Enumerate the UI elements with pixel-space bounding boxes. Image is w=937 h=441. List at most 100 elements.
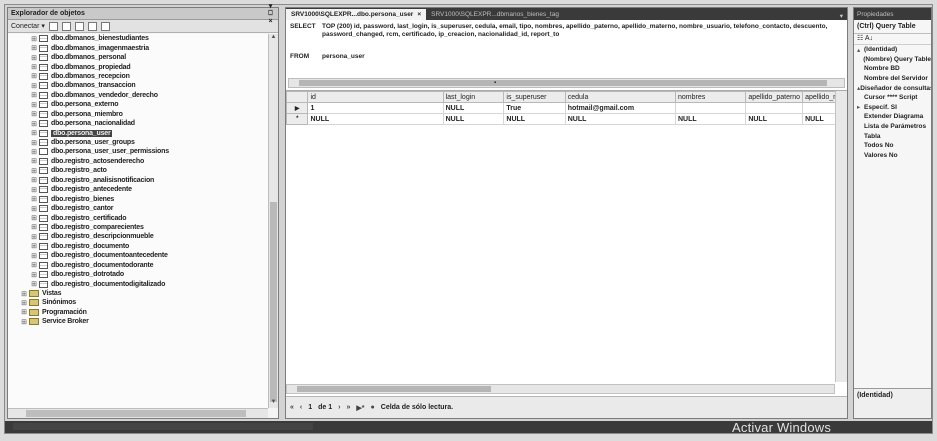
tree-table-node[interactable]: ⊞ dbo.registro_certificado [8, 213, 268, 222]
tree-table-node[interactable]: ⊞ dbo.registro_dotrotado [8, 270, 268, 279]
grid-cell[interactable]: NULL [442, 113, 505, 125]
property-row[interactable]: Todos No [854, 141, 931, 151]
prev-record-button[interactable]: ‹ [300, 404, 302, 411]
refresh-icon[interactable] [87, 21, 97, 31]
grid-cell[interactable]: NULL [503, 113, 566, 125]
tree-table-node[interactable]: ⊞ dbo.dbmanos_vendedor_derecho [8, 91, 268, 100]
expand-icon[interactable]: ⊞ [30, 233, 38, 241]
stop-icon[interactable]: ● [371, 404, 375, 411]
property-row[interactable]: Nombre del Servidor [854, 74, 931, 84]
scroll-up-icon[interactable]: ▲ [269, 34, 278, 43]
property-row[interactable]: Valores No [854, 151, 931, 161]
properties-toolbar[interactable]: ☷ A↓ [854, 34, 931, 45]
expand-icon[interactable]: ⊞ [30, 280, 38, 288]
expand-icon[interactable]: ▸ [857, 103, 864, 111]
scroll-thumb[interactable] [299, 80, 827, 86]
tree-folder-node[interactable]: ⊞ Programación [8, 308, 268, 317]
tab-bienes-tag[interactable]: SRV1000\SQLEXPR...dbmanos_bienes_tag [426, 9, 564, 20]
property-row[interactable]: ▴ Diseñador de consultas [854, 83, 931, 93]
grid-cell[interactable]: NULL [442, 102, 505, 114]
expand-icon[interactable]: ⊞ [30, 186, 38, 194]
grid-cell[interactable] [745, 102, 804, 114]
tree-table-node[interactable]: ⊞ dbo.persona_user [8, 128, 268, 137]
activity-monitor-icon[interactable] [100, 21, 110, 31]
expand-icon[interactable]: ⊞ [30, 72, 38, 80]
tab-persona-user[interactable]: SRV1000\SQLEXPR...dbo.persona_user × [286, 9, 427, 20]
expand-icon[interactable]: ⊞ [30, 223, 38, 231]
tree-table-node[interactable]: ⊞ dbo.dbmanos_imagenmaestria [8, 43, 268, 52]
expand-icon[interactable]: ⊞ [30, 44, 38, 52]
tree-table-node[interactable]: ⊞ dbo.persona_miembro [8, 110, 268, 119]
grid-corner[interactable] [285, 91, 309, 103]
results-vscroll[interactable] [835, 91, 847, 382]
grid-cell[interactable] [674, 102, 747, 114]
next-record-button[interactable]: › [338, 404, 340, 411]
tree-table-node[interactable]: ⊞ dbo.registro_acto [8, 166, 268, 175]
tree-table-node[interactable]: ⊞ dbo.dbmanos_propiedad [8, 62, 268, 71]
expand-icon[interactable]: ⊞ [30, 129, 38, 137]
tree-table-node[interactable]: ⊞ dbo.dbmanos_recepcion [8, 72, 268, 81]
tree-table-node[interactable]: ⊞ dbo.registro_documento [8, 242, 268, 251]
tree-table-node[interactable]: ⊞ dbo.persona_nacionalidad [8, 119, 268, 128]
expand-icon[interactable]: ⊞ [30, 91, 38, 99]
filter-icon[interactable] [74, 21, 84, 31]
grid-cell[interactable]: NULL [307, 113, 444, 125]
property-row[interactable]: Cursor **** Script [854, 93, 931, 103]
expand-icon[interactable]: ⊞ [30, 110, 38, 118]
last-record-button[interactable]: » [347, 404, 351, 411]
expand-icon[interactable]: ⊞ [30, 139, 38, 147]
expand-icon[interactable]: ⊞ [30, 167, 38, 175]
grid-cell[interactable]: NULL [674, 113, 747, 125]
expand-icon[interactable]: ⊞ [20, 308, 28, 316]
expand-icon[interactable]: ⊞ [30, 63, 38, 71]
expand-icon[interactable]: ⊞ [30, 252, 38, 260]
property-row[interactable]: ▸ Especif. SI [854, 103, 931, 113]
tree-table-node[interactable]: ⊞ dbo.registro_documentodorante [8, 261, 268, 270]
tree-table-node[interactable]: ⊞ dbo.persona_user_groups [8, 138, 268, 147]
expand-icon[interactable]: ⊞ [30, 271, 38, 279]
tree-folder-node[interactable]: ⊞ Vistas [8, 289, 268, 298]
table-row[interactable]: * NULL NULL NULL NULL NULL NULL NULL [285, 113, 847, 125]
row-selector[interactable]: * [285, 113, 309, 125]
results-hscroll[interactable] [286, 384, 835, 394]
expand-icon[interactable]: ⊞ [30, 54, 38, 62]
grid-cell[interactable]: NULL [564, 113, 676, 125]
expand-icon[interactable]: ⊞ [30, 120, 38, 128]
scroll-thumb[interactable] [297, 386, 491, 392]
expand-icon[interactable]: ⊞ [30, 195, 38, 203]
tree-folder-node[interactable]: ⊞ Service Broker [8, 317, 268, 326]
grid-cell[interactable]: 1 [307, 102, 444, 114]
tree-table-node[interactable]: ⊞ dbo.registro_bienes [8, 194, 268, 203]
grid-cell[interactable]: True [503, 102, 566, 114]
property-row[interactable]: (Nombre) Query Table [854, 55, 931, 65]
expand-icon[interactable]: ⊞ [30, 214, 38, 222]
grid-column-header[interactable]: cedula [564, 91, 676, 103]
tree-table-node[interactable]: ⊞ dbo.registro_actosenderecho [8, 157, 268, 166]
expand-icon[interactable]: ⊞ [30, 101, 38, 109]
tree-table-node[interactable]: ⊞ dbo.persona_user_user_permissions [8, 147, 268, 156]
tree-table-node[interactable]: ⊞ dbo.registro_descripcionmueble [8, 232, 268, 241]
row-selector[interactable]: ▶ [285, 102, 309, 114]
scroll-thumb[interactable] [270, 202, 277, 402]
tree-table-node[interactable]: ⊞ dbo.registro_comparecientes [8, 223, 268, 232]
expand-icon[interactable]: ⊞ [20, 318, 28, 326]
record-position[interactable]: 1 [308, 404, 312, 411]
tree-table-node[interactable]: ⊞ dbo.registro_analisisnotificacion [8, 176, 268, 185]
tree-table-node[interactable]: ⊞ dbo.dbmanos_transaccion [8, 81, 268, 90]
grid-column-header[interactable]: apellido_paterno [745, 91, 804, 103]
expand-icon[interactable]: ⊞ [30, 148, 38, 156]
object-explorer-hscroll[interactable] [8, 408, 268, 418]
table-row[interactable]: ▶ 1 NULL True hotmail@gmail.com [285, 102, 847, 114]
expand-icon[interactable]: ⊞ [30, 82, 38, 90]
tree-table-node[interactable]: ⊞ dbo.registro_antecedente [8, 185, 268, 194]
tree-table-node[interactable]: ⊞ dbo.registro_documentodigitalizado [8, 279, 268, 288]
expand-icon[interactable]: ⊞ [30, 205, 38, 213]
property-row[interactable]: Extender Diagrama [854, 112, 931, 122]
scroll-thumb[interactable] [26, 410, 246, 417]
expand-icon[interactable]: ⊞ [30, 157, 38, 165]
scroll-down-icon[interactable]: ▼ [269, 399, 278, 408]
connect-button[interactable]: Conectar ▾ [11, 22, 45, 30]
grid-column-header[interactable]: id [307, 91, 444, 103]
tree-table-node[interactable]: ⊞ dbo.dbmanos_bienestudiantes [8, 34, 268, 43]
property-row[interactable]: Tabla [854, 131, 931, 141]
